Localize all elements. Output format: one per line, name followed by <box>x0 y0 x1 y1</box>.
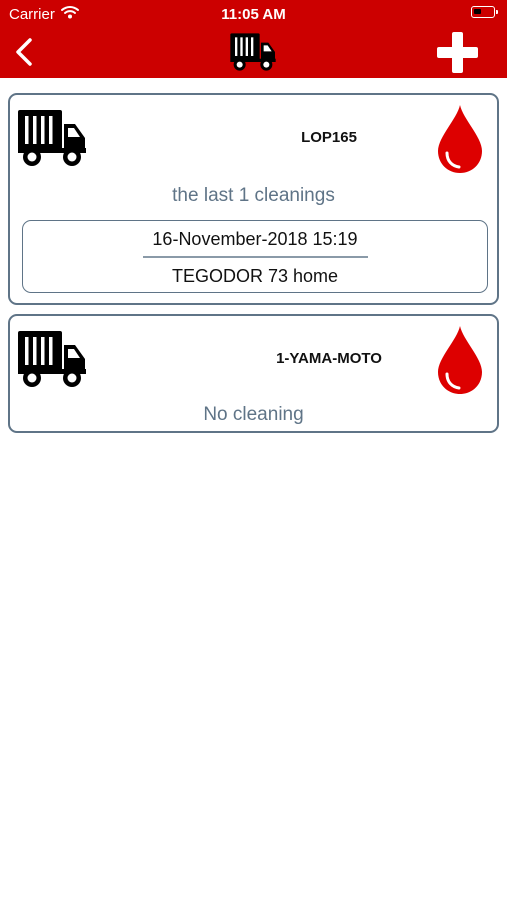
vehicle-card[interactable]: 1-YAMA-MOTO No cleaning <box>8 314 499 433</box>
truck-icon <box>229 32 277 77</box>
vehicle-card[interactable]: LOP165 the last 1 cleanings 16-November-… <box>8 93 499 305</box>
chevron-left-icon[interactable] <box>14 37 34 72</box>
cleaning-record[interactable]: 16-November-2018 15:19 TEGODOR 73 home <box>22 220 488 293</box>
navigation-bar: Carrier 11:05 AM <box>0 0 507 78</box>
divider <box>143 256 368 258</box>
blood-drop-icon <box>435 324 485 401</box>
cleaning-location: TEGODOR 73 home <box>171 266 339 286</box>
cleaning-summary: the last 1 cleanings <box>172 185 335 206</box>
truck-icon <box>16 329 88 394</box>
battery-icon <box>471 6 498 18</box>
clock: 11:05 AM <box>221 6 286 23</box>
cleaning-summary: No cleaning <box>203 404 304 425</box>
truck-icon <box>16 108 88 173</box>
status-bar: Carrier 11:05 AM <box>0 0 507 28</box>
plus-icon[interactable] <box>437 32 478 78</box>
blood-drop-icon <box>435 103 485 180</box>
cleaning-date: 16-November-2018 15:19 <box>152 229 358 249</box>
vehicle-plate: LOP165 <box>301 129 357 146</box>
vehicle-plate: 1-YAMA-MOTO <box>276 350 382 367</box>
